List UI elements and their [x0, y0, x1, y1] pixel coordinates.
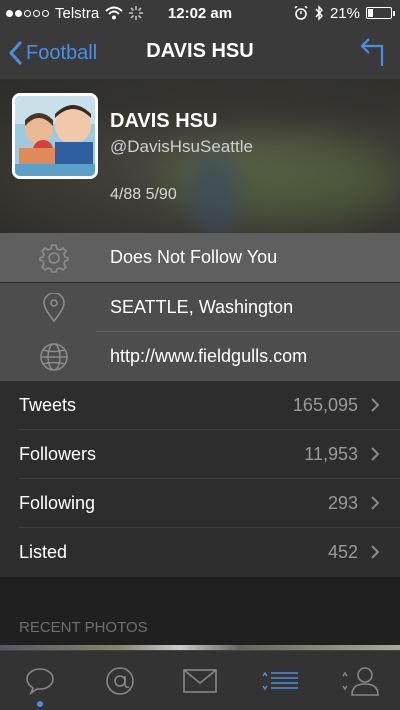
tab-bar — [0, 650, 400, 710]
chevron-right-icon — [371, 496, 380, 510]
tab-profile[interactable] — [320, 651, 400, 710]
alarm-icon — [294, 6, 308, 20]
mail-icon — [183, 668, 217, 693]
navigation-bar: Football DAVIS HSU — [0, 26, 400, 80]
back-button[interactable]: Football — [8, 36, 97, 70]
stat-label: Tweets — [19, 395, 77, 415]
status-right: 21% — [294, 4, 395, 22]
profile-icon — [342, 666, 379, 696]
mentions-icon — [106, 666, 134, 695]
reply-button[interactable] — [358, 36, 386, 73]
profile-bio: 4/88 5/90 — [110, 186, 177, 203]
stat-value: 165,095 — [292, 395, 358, 415]
stat-label: Listed — [19, 542, 68, 562]
stat-row-following[interactable]: Following 293 — [0, 479, 400, 528]
stat-value: 11,953 — [304, 444, 358, 464]
tab-mentions[interactable] — [80, 651, 160, 710]
section-header: RECENT PHOTOS — [19, 619, 148, 636]
chevron-right-icon — [371, 398, 380, 412]
chevron-right-icon — [371, 447, 380, 461]
location-text: SEATTLE, Washington — [110, 297, 294, 317]
battery-icon — [366, 7, 395, 19]
tab-lists[interactable] — [240, 651, 320, 710]
battery-percent: 21% — [329, 4, 360, 22]
profile-name: DAVIS HSU — [110, 110, 218, 132]
header-background-figure — [190, 155, 240, 233]
profile-handle: @DavisHsuSeattle — [110, 137, 253, 156]
status-bar: Telstra 12:02 am 21% — [0, 0, 400, 26]
stat-row-followers[interactable]: Followers 11,953 — [0, 430, 400, 479]
follow-status-text: Does Not Follow You — [110, 247, 278, 267]
stat-row-tweets[interactable]: Tweets 165,095 — [0, 381, 400, 430]
bluetooth-icon — [315, 5, 323, 21]
chevron-left-icon — [9, 41, 22, 65]
website-link[interactable]: http://www.fieldgulls.com — [110, 346, 307, 367]
stat-label: Followers — [19, 444, 97, 464]
tab-messages[interactable] — [160, 651, 240, 710]
tab-timeline[interactable] — [0, 651, 80, 710]
chat-bubble-icon — [26, 667, 54, 695]
location-row: SEATTLE, Washington — [0, 283, 400, 332]
stat-value: 293 — [327, 493, 358, 513]
avatar[interactable] — [12, 93, 98, 179]
back-button-label: Football — [26, 41, 98, 64]
active-tab-indicator — [37, 701, 43, 707]
follow-status-row: Does Not Follow You — [0, 233, 400, 282]
chevron-right-icon — [371, 545, 380, 559]
stat-value: 452 — [327, 542, 358, 562]
gear-icon — [39, 244, 69, 273]
stat-label: Following — [19, 493, 96, 513]
battery-fill — [368, 9, 373, 17]
list-icon — [262, 671, 298, 690]
recent-photos-section: RECENT PHOTOS — [0, 577, 400, 650]
avatar-photo — [15, 96, 95, 176]
stat-row-listed[interactable]: Listed 452 — [0, 528, 400, 577]
stats-list: Tweets 165,095 Followers 11,953 Followin… — [0, 381, 400, 577]
website-row[interactable]: http://www.fieldgulls.com — [0, 332, 400, 381]
location-pin-icon — [43, 293, 65, 323]
profile-header: DAVIS HSU @DavisHsuSeattle 4/88 5/90 — [0, 80, 400, 233]
reply-icon — [360, 38, 384, 66]
globe-icon — [40, 343, 68, 371]
